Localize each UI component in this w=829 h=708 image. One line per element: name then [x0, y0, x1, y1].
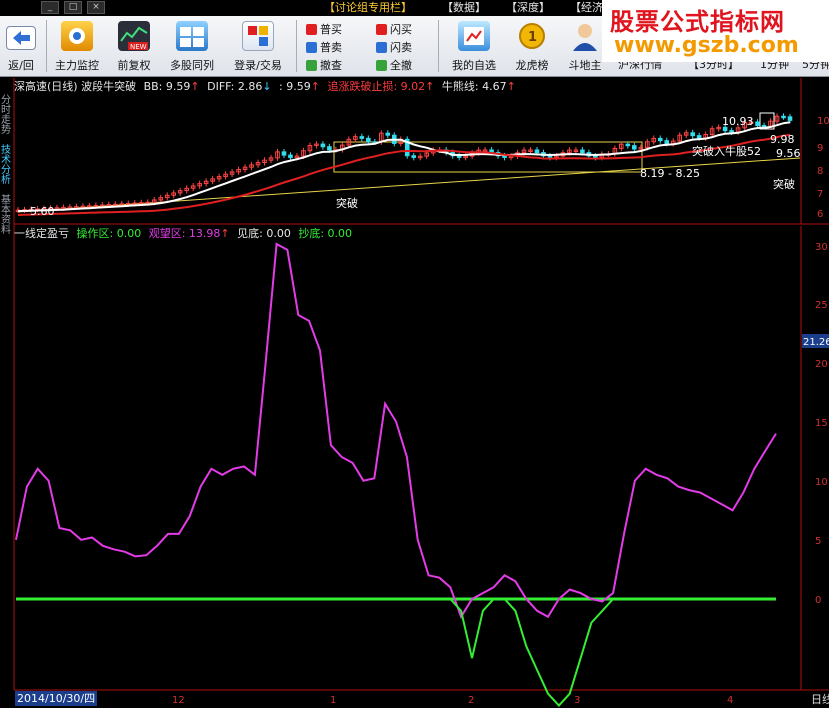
- lower-panel-title: 一线定盈亏: [14, 227, 69, 240]
- lower-axis-tick: 30: [815, 242, 828, 253]
- lower-axis-tick: 5: [815, 536, 821, 547]
- upper-axis-label: 8: [817, 166, 823, 177]
- upper-axis-label: 7: [817, 189, 823, 200]
- candle-body: [366, 137, 371, 143]
- candle-body: [625, 143, 631, 147]
- price-high-label: 10.93: [722, 115, 754, 128]
- lower-axis-tick: 10: [815, 477, 828, 488]
- indicator-y-axis: 30 25 20 15 10 5 0 21.26: [802, 242, 829, 606]
- up-arrow-icon: ↑: [425, 80, 435, 93]
- lower-axis-tick: 20: [815, 359, 828, 370]
- current-date-label: 2014/10/30/四: [15, 691, 98, 706]
- series-line-0: [15, 242, 777, 620]
- candle-body: [411, 155, 417, 158]
- x-axis-labels: 12 1 2 3 4 日线: [172, 692, 829, 706]
- candle-body: [580, 149, 585, 154]
- up-arrow-icon: ↑: [190, 80, 200, 93]
- candle-body: [534, 149, 540, 154]
- price-right-label-2: 9.56: [776, 147, 801, 160]
- candle-body: [690, 132, 695, 137]
- down-arrow-icon: ↓: [262, 80, 272, 93]
- price-chart: [15, 112, 801, 216]
- up-arrow-icon: ↑: [310, 80, 320, 93]
- month-label: 3: [574, 695, 580, 706]
- current-value-tag: 21.26: [803, 337, 829, 348]
- candle-body: [787, 116, 793, 121]
- candle-body: [385, 132, 391, 136]
- period-label: 日线: [811, 692, 829, 706]
- candle-body: [755, 121, 760, 127]
- lower-axis-tick: 25: [815, 300, 828, 311]
- candle-body: [664, 140, 670, 145]
- bottom-value: 见底: 0.00: [237, 227, 291, 240]
- stop-loss-value: 追涨跌破止损: 9.02: [327, 80, 426, 93]
- candle-body: [281, 151, 287, 156]
- candle-body: [327, 146, 332, 151]
- candle-body: [547, 155, 553, 158]
- upper-axis-label: 9: [817, 143, 823, 154]
- bottom-buy-value: 抄底: 0.00: [298, 227, 353, 240]
- up-arrow-icon: ↑: [506, 80, 516, 93]
- up-arrow-icon: ↑: [220, 227, 230, 240]
- month-label: 2: [468, 695, 474, 706]
- third-value: : 9.59: [279, 80, 311, 93]
- upper-axis-label: 10: [817, 116, 829, 127]
- month-label: 12: [172, 695, 185, 706]
- upper-panel-header: 深高速(日线) 波段牛突破 BB: 9.59↑ DIFF: 2.86↓ : 9.…: [14, 79, 516, 95]
- breakout-label-1: 突破: [336, 196, 358, 210]
- diff-value: DIFF: 2.86: [207, 80, 263, 93]
- indicator-chart: [15, 242, 777, 707]
- candle-body: [320, 143, 326, 148]
- lower-axis-tick: 0: [815, 595, 821, 606]
- candle-body: [696, 135, 702, 139]
- watch-zone-value: 观望区: 13.98: [148, 227, 221, 240]
- upper-axis-label: 6: [817, 209, 823, 220]
- price-right-label-1: 9.98: [770, 133, 795, 146]
- month-label: 4: [727, 695, 733, 706]
- candle-body: [657, 137, 663, 142]
- bb-value: BB: 9.59: [143, 80, 191, 93]
- candle-body: [288, 154, 293, 159]
- candle-body: [456, 155, 462, 158]
- op-zone-value: 操作区: 0.00: [76, 227, 142, 240]
- candle-body: [632, 145, 637, 150]
- price-range-label: 8.19 - 8.25: [640, 167, 700, 180]
- lower-panel-header: 一线定盈亏 操作区: 0.00 观望区: 13.98↑ 见底: 0.00 抄底:…: [14, 226, 352, 242]
- bull-breakout-label: 突破入牛股52: [692, 144, 761, 158]
- candle-body: [502, 155, 507, 158]
- candle-body: [729, 130, 734, 133]
- candle-body: [593, 155, 598, 158]
- price-low-label: 5.60: [30, 205, 55, 218]
- breakout-label-2: 突破: [773, 177, 795, 191]
- month-label: 1: [330, 695, 336, 706]
- candle-body: [359, 136, 365, 139]
- chart-area: 10.93 5.60 8.19 - 8.25 9.98 9.56 突破 突破 突…: [13, 78, 829, 707]
- candle-body: [781, 115, 786, 119]
- lower-axis-tick: 15: [815, 418, 828, 429]
- upper-panel-title: 深高速(日线) 波段牛突破: [14, 80, 137, 93]
- bull-bear-value: 牛熊线: 4.67: [441, 80, 507, 93]
